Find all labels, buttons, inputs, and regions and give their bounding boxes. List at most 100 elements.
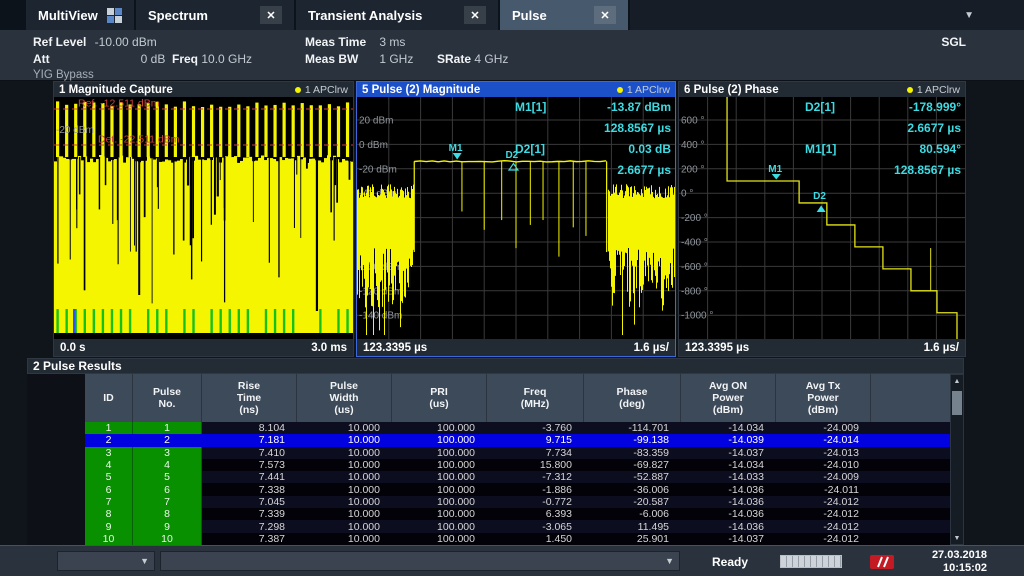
multiview-grid-icon [107, 8, 122, 23]
svg-text:Det. -22.511 dBm: Det. -22.511 dBm [98, 134, 180, 146]
cell-id: 2 [85, 434, 133, 446]
magnitude-marker-readouts: M1[1]-13.87 dBm128.8567 µsD2[1]0.03 dB2.… [515, 99, 671, 178]
cell-value: -20.587 [584, 496, 681, 508]
cell-filler [871, 508, 950, 520]
results-scrollbar[interactable]: ▲ ▼ [950, 374, 964, 545]
pulse-results-row[interactable]: 557.44110.000100.000-7.312-52.887-14.033… [85, 471, 950, 483]
cell-id: 3 [85, 447, 133, 459]
column-header: PRI (us) [392, 374, 487, 422]
pulse-results-row[interactable]: 10107.38710.000100.0001.45025.901-14.037… [85, 533, 950, 545]
marker-readout-row: 2.6677 µs [873, 120, 961, 136]
meas-bw-label: Meas BW [305, 52, 376, 66]
cell-id: 9 [85, 520, 133, 532]
svg-text:0 °: 0 ° [681, 189, 693, 200]
cell-value: -1.886 [487, 483, 584, 495]
marker-value: 2.6677 µs [873, 120, 961, 136]
scroll-down-icon[interactable]: ▼ [951, 532, 963, 544]
pulse-results-row[interactable]: 667.33810.000100.000-1.886-36.006-14.036… [85, 483, 950, 495]
cell-value: 7.441 [202, 471, 297, 483]
cell-value: -14.036 [681, 483, 776, 495]
cell-value: 7.298 [202, 520, 297, 532]
close-icon[interactable]: ✕ [260, 6, 282, 24]
cell-value: 100.000 [392, 496, 487, 508]
scrollbar-thumb[interactable] [952, 391, 962, 415]
marker-value: -178.999° [873, 99, 961, 115]
cell-value: 7.387 [202, 533, 297, 545]
cell-id: 4 [85, 459, 133, 471]
tab-spectrum[interactable]: Spectrum✕ [136, 0, 296, 30]
date-time: 27.03.2018 10:15:02 [932, 549, 987, 575]
ref-level-field[interactable]: Ref Level -10.00 dBm [33, 35, 157, 49]
meas-time-field[interactable]: Meas Time 3 ms [305, 35, 405, 49]
status-dropdown-small[interactable]: ▼ [57, 551, 155, 571]
panel-magnitude-header[interactable]: 5 Pulse (2) Magnitude 1 APClrw [357, 82, 675, 97]
pulse-results-row[interactable]: 777.04510.000100.000-0.772-20.587-14.036… [85, 496, 950, 508]
svg-text:20 dBm: 20 dBm [359, 116, 393, 127]
cell-value: -0.772 [487, 496, 584, 508]
cell-value: 100.000 [392, 533, 487, 545]
cell-id: 5 [85, 471, 133, 483]
channel-bar: Ref Level -10.00 dBm Meas Time 3 ms SGL … [0, 30, 1024, 81]
trace-badge-label: 1 APClrw [305, 84, 348, 96]
svg-text:Ref. -12.511 dBm: Ref. -12.511 dBm [78, 98, 160, 110]
close-icon[interactable]: ✕ [464, 6, 486, 24]
meas-time-label: Meas Time [305, 35, 376, 49]
svg-text:D2: D2 [813, 191, 826, 202]
tab-transient-analysis[interactable]: Transient Analysis✕ [296, 0, 500, 30]
marker-readout-row: 128.8567 µs [873, 162, 961, 178]
svg-text:-1000 °: -1000 ° [681, 311, 713, 322]
svg-text:-140 dBm: -140 dBm [359, 311, 402, 322]
panel-capture-header[interactable]: 1 Magnitude Capture 1 APClrw [54, 82, 353, 97]
chevron-down-icon: ▼ [140, 556, 149, 566]
marker-name: M1[1] [805, 141, 855, 157]
cell-value: -24.009 [776, 471, 871, 483]
pulse-results-row[interactable]: 887.33910.000100.0006.393-6.006-14.036-2… [85, 508, 950, 520]
pulse-results-row[interactable]: 337.41010.000100.0007.734-83.359-14.037-… [85, 447, 950, 459]
cell-value: 7.045 [202, 496, 297, 508]
meas-bw-field[interactable]: Meas BW 1 GHz [305, 52, 413, 66]
freq-field[interactable]: Freq 10.0 GHz [172, 52, 252, 66]
trace-badge-label: 1 APClrw [917, 84, 960, 96]
phase-marker-readouts: D2[1]-178.999°2.6677 µsM1[1]80.594°128.8… [805, 99, 961, 178]
cell-id: 7 [85, 496, 133, 508]
results-table-header: IDPulse No.Rise Time (ns)Pulse Width (us… [85, 374, 950, 422]
srate-label: SRate [437, 52, 471, 66]
panel-capture-title: 1 Magnitude Capture [59, 84, 173, 96]
cell-value: 7.573 [202, 459, 297, 471]
cell-value: 100.000 [392, 422, 487, 434]
pulse-results-row[interactable]: 118.10410.000100.000-3.760-114.701-14.03… [85, 422, 950, 434]
svg-text:-200 °: -200 ° [681, 213, 708, 224]
tab-overflow-button[interactable]: ▼ [964, 0, 974, 30]
srate-field[interactable]: SRate 4 GHz [437, 52, 508, 66]
magnitude-capture-chart[interactable]: Ref. -12.511 dBm-20 dBmDet. -22.511 dBm [54, 97, 353, 339]
cell-value: -14.036 [681, 520, 776, 532]
marker-value: 128.8567 µs [583, 120, 671, 136]
pulse-results-title-text: 2 Pulse Results [33, 359, 122, 373]
tab-multiview[interactable]: MultiView [26, 0, 136, 30]
cell-id: 6 [85, 483, 133, 495]
svg-text:600 °: 600 ° [681, 116, 704, 127]
tab-pulse[interactable]: Pulse✕ [500, 0, 630, 30]
trace-badge: 1 APClrw [617, 84, 670, 96]
scroll-up-icon[interactable]: ▲ [951, 375, 963, 387]
panel-phase-header[interactable]: 6 Pulse (2) Phase 1 APClrw [679, 82, 965, 97]
panel-capture-footer: 0.0 s 3.0 ms [54, 339, 353, 356]
cell-id: 8 [85, 508, 133, 520]
pulse-results-row[interactable]: 447.57310.000100.00015.800-69.827-14.034… [85, 459, 950, 471]
trace-badge-label: 1 APClrw [627, 84, 670, 96]
status-dropdown-wide[interactable]: ▼ [160, 551, 680, 571]
marker-name: M1[1] [515, 99, 565, 115]
close-icon[interactable]: ✕ [594, 6, 616, 24]
cell-value: 100.000 [392, 447, 487, 459]
cell-value: 10.000 [297, 483, 392, 495]
cell-value: -14.039 [681, 434, 776, 446]
magnitude-x-scale: 1.6 µs/ [634, 342, 669, 354]
marker-value: -13.87 dBm [583, 99, 671, 115]
cell-pulse-no: 10 [133, 533, 202, 545]
cell-value: 10.000 [297, 496, 392, 508]
att-field[interactable]: Att 0 dB [33, 52, 165, 66]
cell-value: -24.009 [776, 422, 871, 434]
pulse-results-row[interactable]: 997.29810.000100.000-3.06511.495-14.036-… [85, 520, 950, 532]
pulse-results-row[interactable]: 227.18110.000100.0009.715-99.138-14.039-… [85, 434, 950, 446]
cell-pulse-no: 6 [133, 483, 202, 495]
